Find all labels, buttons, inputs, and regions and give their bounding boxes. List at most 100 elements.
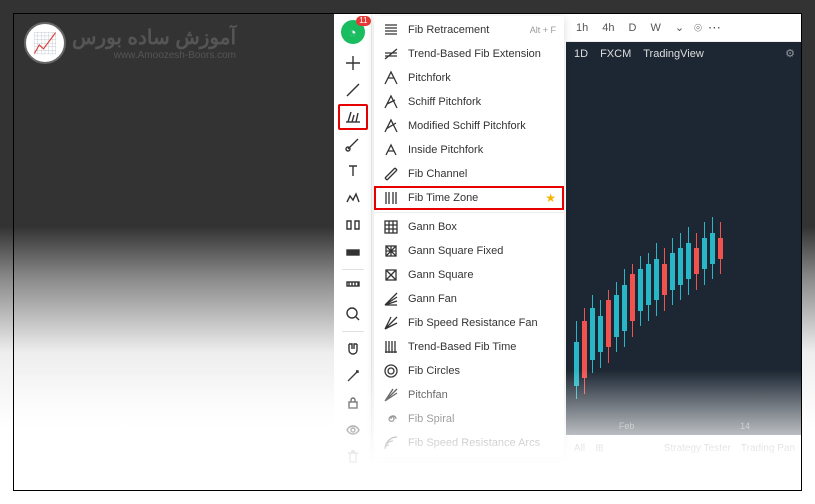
dd-icon bbox=[382, 93, 400, 111]
dd-icon bbox=[382, 69, 400, 87]
chart-topbar: 1h 4h D W ⌄ ⌾ ⋯ bbox=[566, 14, 802, 42]
x-label-0: Feb bbox=[619, 421, 635, 431]
ruler-tool[interactable] bbox=[338, 274, 368, 300]
fib-tool-active[interactable] bbox=[338, 104, 368, 130]
watermark-badge-icon: 📈 bbox=[24, 22, 66, 64]
dd-icon bbox=[382, 266, 400, 284]
dd-item-fib-speed-resistance-fan[interactable]: Fib Speed Resistance Fan bbox=[374, 311, 564, 335]
dd-icon bbox=[382, 117, 400, 135]
dd-item-pitchfork[interactable]: Pitchfork bbox=[374, 66, 564, 90]
cross-tool[interactable] bbox=[338, 50, 368, 76]
dd-item-gann-square[interactable]: Gann Square bbox=[374, 263, 564, 287]
dd-item-gann-box[interactable]: Gann Box bbox=[374, 215, 564, 239]
dd-item-inside-pitchfork[interactable]: Inside Pitchfork bbox=[374, 138, 564, 162]
dd-item-modified-schiff-pitchfork[interactable]: Modified Schiff Pitchfork bbox=[374, 114, 564, 138]
dd-label: Modified Schiff Pitchfork bbox=[408, 120, 556, 132]
trend-line-tool[interactable] bbox=[338, 77, 368, 103]
chart-brand: TradingView bbox=[643, 48, 704, 60]
dd-item-pitchfan[interactable]: Pitchfan bbox=[374, 383, 564, 407]
dd-label: Fib Speed Resistance Arcs bbox=[408, 437, 556, 449]
dd-label: Fib Channel bbox=[408, 168, 556, 180]
dd-icon bbox=[382, 338, 400, 356]
footer-layout-icon[interactable]: ⊞ bbox=[595, 443, 603, 454]
tf-d[interactable]: D bbox=[625, 20, 641, 36]
tf-4h[interactable]: 4h bbox=[598, 20, 618, 36]
dd-label: Pitchfork bbox=[408, 72, 556, 84]
tf-more[interactable]: ⌄ bbox=[671, 19, 688, 36]
dd-icon bbox=[382, 410, 400, 428]
watermark-title: آموزش ساده بورس bbox=[72, 25, 236, 50]
lock-tool[interactable] bbox=[338, 390, 368, 416]
dd-icon bbox=[382, 434, 400, 452]
footer-all[interactable]: All bbox=[574, 443, 585, 454]
dd-label: Gann Fan bbox=[408, 293, 556, 305]
x-label-1: 14 bbox=[740, 421, 750, 431]
chart-symbol-header: 1D FXCM TradingView ⚙ bbox=[566, 42, 802, 65]
star-icon[interactable]: ★ bbox=[545, 191, 556, 205]
dd-label: Gann Box bbox=[408, 221, 556, 233]
watermark-logo: 📈 آموزش ساده بورس www.Amoozesh-Boors.com bbox=[24, 22, 236, 64]
trash-tool[interactable] bbox=[338, 444, 368, 470]
dd-icon bbox=[382, 218, 400, 236]
measure-tool[interactable] bbox=[338, 239, 368, 265]
text-tool[interactable] bbox=[338, 158, 368, 184]
chart-interval: 1D bbox=[574, 48, 588, 60]
dd-item-fib-retracement[interactable]: Fib Retracement Alt + F bbox=[374, 18, 564, 42]
dd-shortcut: Alt + F bbox=[530, 25, 556, 35]
dd-icon bbox=[382, 141, 400, 159]
watermark-subtitle: www.Amoozesh-Boors.com bbox=[72, 50, 236, 61]
dd-label: Trend-Based Fib Extension bbox=[408, 48, 556, 60]
magnet-tool[interactable] bbox=[338, 336, 368, 362]
dd-item-schiff-pitchfork[interactable]: Schiff Pitchfork bbox=[374, 90, 564, 114]
footer-tester[interactable]: Strategy Tester bbox=[664, 443, 731, 454]
topbar-more-icon[interactable]: ⋯ bbox=[708, 20, 721, 36]
brush-tool[interactable] bbox=[338, 131, 368, 157]
dd-item-fib-spiral[interactable]: Fib Spiral bbox=[374, 407, 564, 431]
dd-icon bbox=[382, 242, 400, 260]
dd-item-fib-speed-resistance-arcs[interactable]: Fib Speed Resistance Arcs bbox=[374, 431, 564, 455]
dd-label: Fib Retracement bbox=[408, 24, 522, 36]
dd-icon bbox=[382, 45, 400, 63]
pattern-tool[interactable] bbox=[338, 185, 368, 211]
tf-w[interactable]: W bbox=[646, 20, 664, 36]
dd-label: Fib Time Zone bbox=[408, 192, 537, 204]
dd-label: Fib Spiral bbox=[408, 413, 556, 425]
dd-icon bbox=[382, 290, 400, 308]
dd-item-trend-based-fib-time[interactable]: Trend-Based Fib Time bbox=[374, 335, 564, 359]
dd-item-gann-square-fixed[interactable]: Gann Square Fixed bbox=[374, 239, 564, 263]
chart-footer: All ⊞ Strategy Tester Trading Pan bbox=[566, 435, 802, 461]
x-axis: Feb 14 bbox=[566, 417, 802, 435]
dd-item-fib-channel[interactable]: Fib Channel bbox=[374, 162, 564, 186]
dd-label: Fib Speed Resistance Fan bbox=[408, 317, 556, 329]
fib-tools-dropdown: Fib Retracement Alt + F Trend-Based Fib Ex… bbox=[374, 16, 564, 457]
dd-icon bbox=[382, 165, 400, 183]
dd-label: Gann Square bbox=[408, 269, 556, 281]
left-toolbar: ◔ 11 bbox=[334, 14, 372, 491]
drawing-mode-tool[interactable] bbox=[338, 363, 368, 389]
zoom-tool[interactable] bbox=[338, 301, 368, 327]
dd-item-trend-based-fib-extension[interactable]: Trend-Based Fib Extension bbox=[374, 42, 564, 66]
dd-item-gann-fan[interactable]: Gann Fan bbox=[374, 287, 564, 311]
chart-settings-icon[interactable]: ⚙ bbox=[785, 47, 795, 60]
avatar-glyph: ◔ bbox=[349, 25, 357, 40]
dd-icon bbox=[382, 386, 400, 404]
forecast-tool[interactable] bbox=[338, 212, 368, 238]
chart-body[interactable]: Feb 14 bbox=[566, 65, 802, 435]
dd-label: Gann Square Fixed bbox=[408, 245, 556, 257]
user-avatar[interactable]: ◔ 11 bbox=[341, 20, 365, 44]
dd-label: Trend-Based Fib Time bbox=[408, 341, 556, 353]
dd-item-fib-time-zone[interactable]: Fib Time Zone ★ bbox=[374, 186, 564, 210]
hide-tool[interactable] bbox=[338, 417, 368, 443]
dd-icon bbox=[382, 21, 400, 39]
dd-label: Schiff Pitchfork bbox=[408, 96, 556, 108]
dd-item-fib-circles[interactable]: Fib Circles bbox=[374, 359, 564, 383]
footer-trading[interactable]: Trading Pan bbox=[741, 443, 795, 454]
dd-label: Inside Pitchfork bbox=[408, 144, 556, 156]
tf-1h[interactable]: 1h bbox=[572, 20, 592, 36]
candle-type-icon[interactable]: ⌾ bbox=[694, 20, 702, 36]
notification-badge: 11 bbox=[356, 16, 370, 26]
dd-label: Pitchfan bbox=[408, 389, 556, 401]
chart-broker: FXCM bbox=[600, 48, 631, 60]
dd-icon bbox=[382, 189, 400, 207]
dd-icon bbox=[382, 314, 400, 332]
